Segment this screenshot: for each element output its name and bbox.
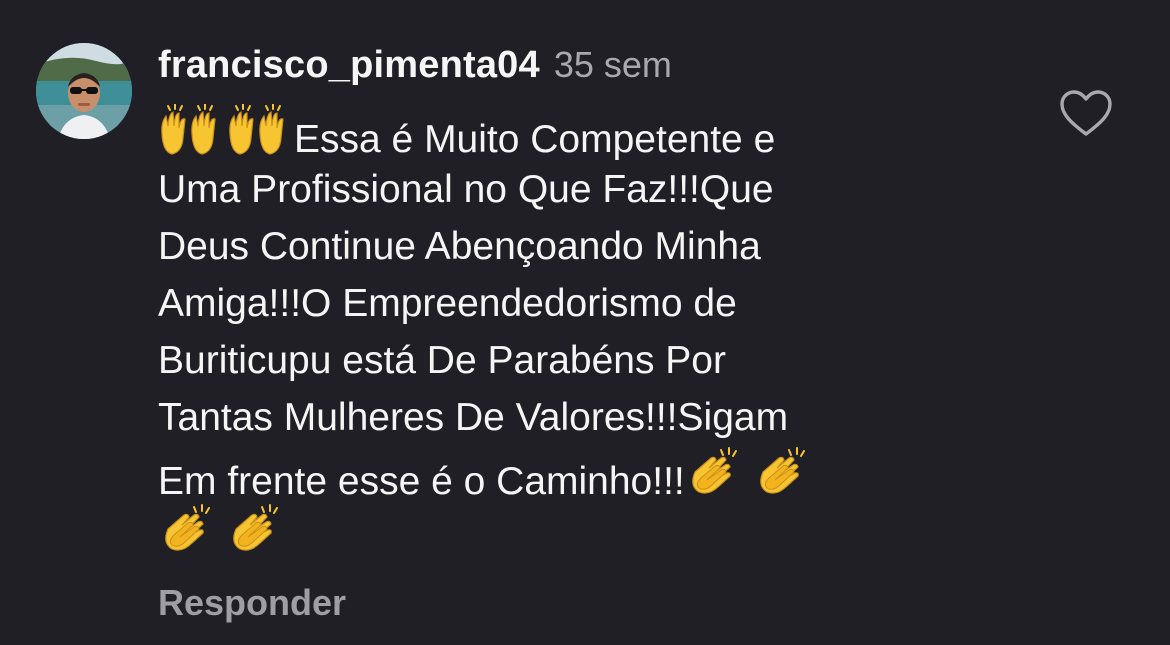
comment-line: Uma Profissional no Que Faz!!!Que — [158, 161, 958, 218]
comment-line-text: Amiga!!!O Empreendedorismo de — [158, 282, 737, 325]
comment-line: Tantas Mulheres De Valores!!!Sigam — [158, 389, 958, 446]
comment-text: Essa é Muito Competente e Uma Profission… — [158, 104, 958, 560]
comment-line-text: Em frente esse é o Caminho!!! — [158, 460, 685, 503]
comment-line — [158, 503, 958, 560]
comment-line-text: Buriticupu está De Parabéns Por — [158, 339, 726, 382]
clapping-hands-emoji — [158, 503, 220, 557]
comment-line-text: Tantas Mulheres De Valores!!!Sigam — [158, 396, 789, 439]
reply-button[interactable]: Responder — [158, 582, 346, 624]
clapping-hands-emoji — [685, 446, 747, 500]
raised-hands-emoji — [158, 104, 220, 158]
comment-line: Amiga!!!O Empreendedorismo de — [158, 275, 958, 332]
comment-line: Deus Continue Abençoando Minha — [158, 218, 958, 275]
comment-line-text: Essa é Muito Competente e — [294, 118, 776, 161]
clapping-hands-emoji — [226, 503, 288, 557]
comment-header: francisco_pimenta04 35 sem — [158, 44, 672, 96]
comment-item: francisco_pimenta04 35 sem Essa é Muito … — [0, 0, 1170, 645]
comment-line-text: Uma Profissional no Que Faz!!!Que — [158, 168, 774, 211]
clapping-hands-emoji — [753, 446, 815, 500]
avatar-photo — [36, 43, 132, 139]
comment-line: Buriticupu está De Parabéns Por — [158, 332, 958, 389]
comment-line: Em frente esse é o Caminho!!! — [158, 446, 958, 503]
like-button[interactable] — [1058, 88, 1114, 140]
username[interactable]: francisco_pimenta04 — [158, 44, 540, 87]
heart-outline-icon — [1060, 90, 1112, 136]
avatar[interactable] — [36, 43, 132, 139]
comment-line-text: Deus Continue Abençoando Minha — [158, 225, 761, 268]
timestamp: 35 sem — [553, 44, 672, 85]
raised-hands-emoji — [226, 104, 288, 158]
comment-line: Essa é Muito Competente e — [158, 104, 958, 161]
